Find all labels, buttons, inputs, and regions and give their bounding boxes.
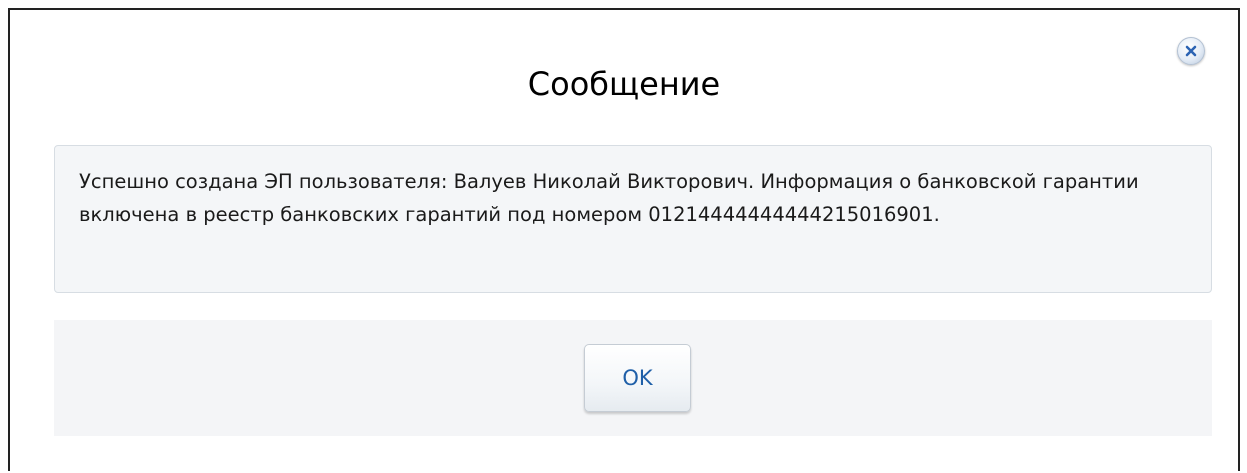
close-button[interactable] <box>1177 37 1205 65</box>
dialog-title: Сообщение <box>527 65 721 103</box>
message-dialog: Сообщение Успешно создана ЭП пользовател… <box>8 8 1240 471</box>
ok-button[interactable]: OK <box>584 344 691 412</box>
message-box: Успешно создана ЭП пользователя: Валуев … <box>54 145 1212 293</box>
dialog-footer: OK <box>54 320 1212 436</box>
message-text: Успешно создана ЭП пользователя: Валуев … <box>79 170 1139 226</box>
close-icon <box>1185 45 1197 57</box>
